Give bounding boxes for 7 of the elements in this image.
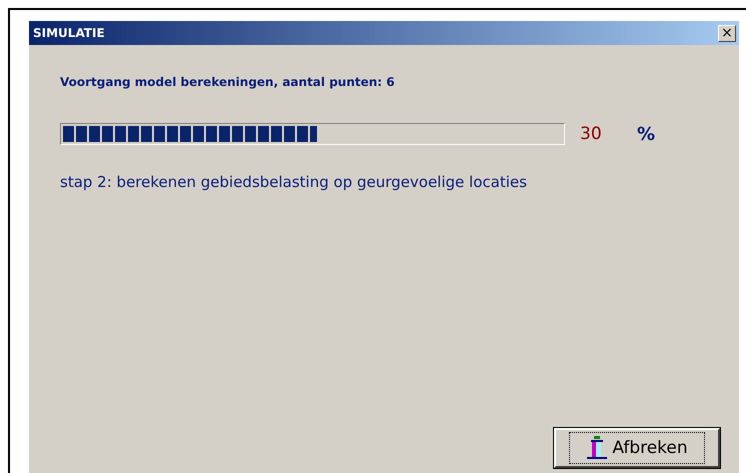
step-text: stap 2: berekenen gebiedsbelasting op geurgevoelige locaties	[60, 173, 528, 191]
percent-sign: %	[637, 124, 656, 144]
progress-value: 30	[580, 124, 603, 144]
cancel-button[interactable]: Afbreken	[554, 428, 720, 468]
progress-heading: Voortgang model berekeningen, aantal punten: 6	[60, 75, 396, 89]
close-button[interactable]: ×	[718, 24, 736, 42]
window-title: SIMULATIE	[33, 26, 105, 40]
